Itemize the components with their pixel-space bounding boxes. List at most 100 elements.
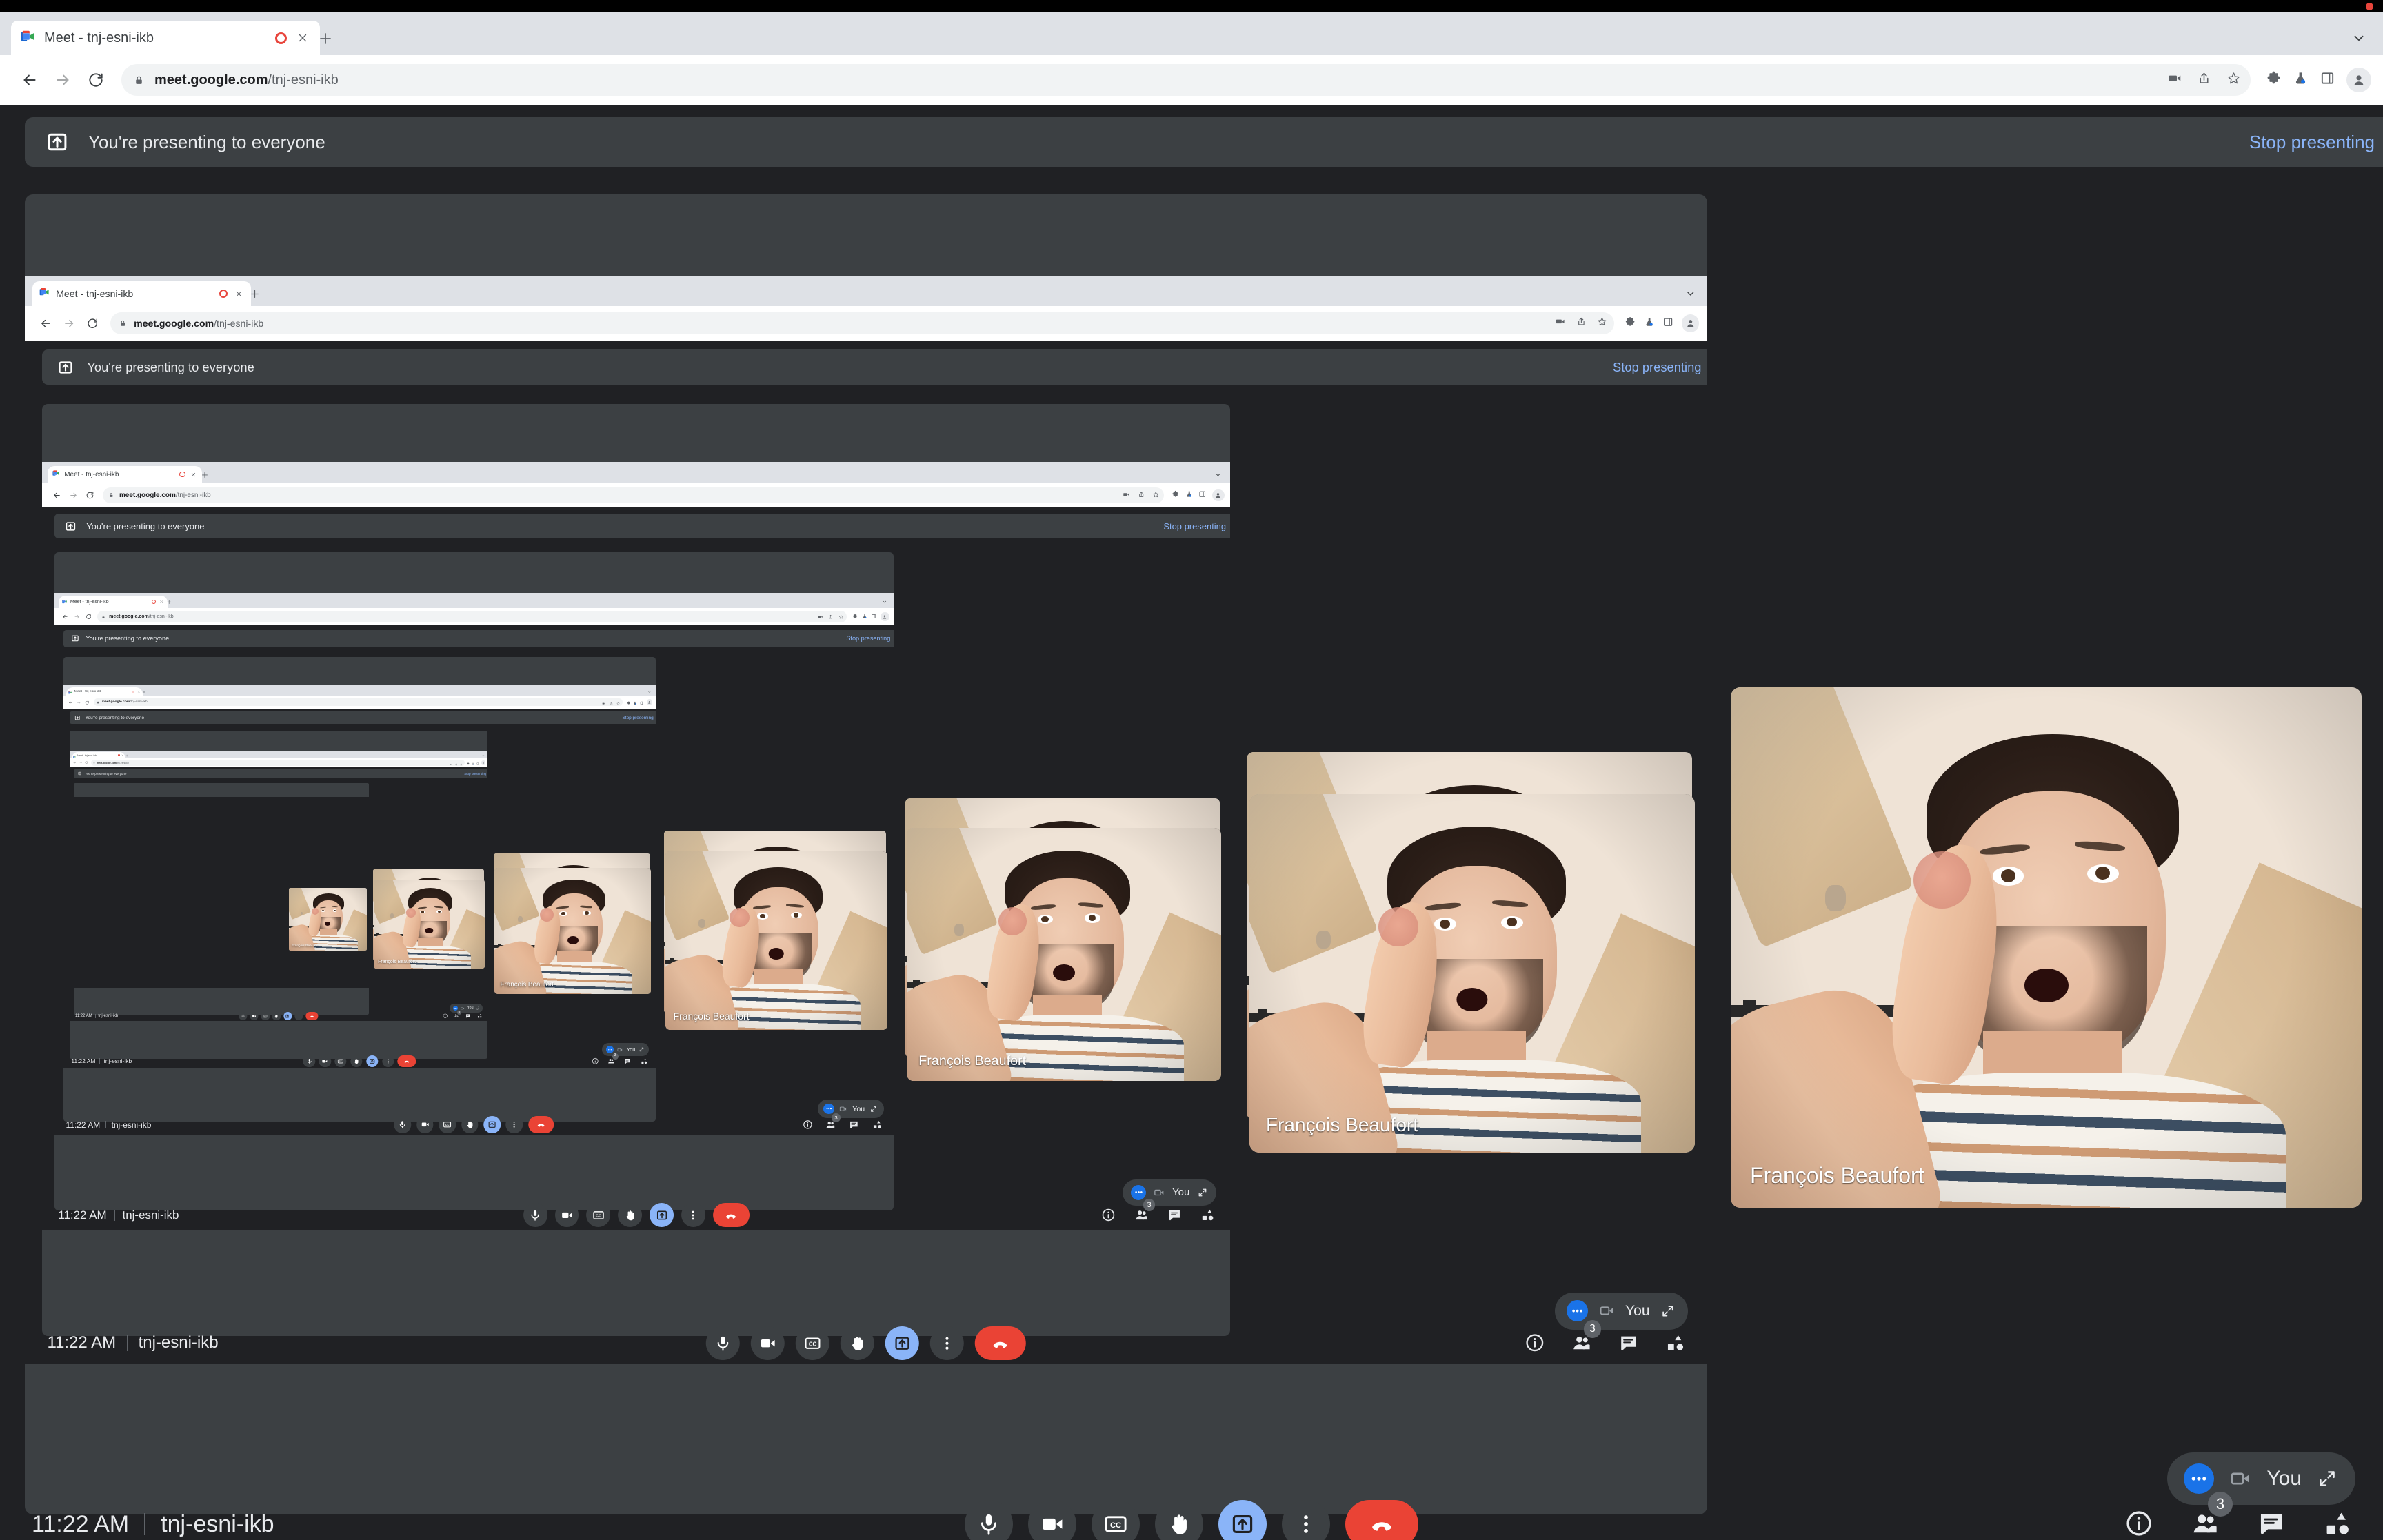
site-security-lock-icon[interactable] — [101, 614, 106, 620]
camera-button[interactable] — [750, 1326, 785, 1360]
expand-diagonal-icon[interactable] — [1660, 1303, 1676, 1319]
raise-hand-button[interactable] — [1155, 1500, 1203, 1540]
present-now-button[interactable] — [1218, 1500, 1267, 1540]
forward-button[interactable] — [48, 65, 77, 94]
experiments-flask-icon[interactable] — [1644, 316, 1655, 331]
raise-hand-button[interactable] — [461, 1116, 479, 1134]
chat-button[interactable] — [1616, 1330, 1641, 1355]
side-panel-icon[interactable] — [1198, 489, 1206, 502]
share-icon[interactable] — [610, 696, 613, 709]
more-options-button[interactable] — [1282, 1500, 1330, 1540]
microphone-button[interactable] — [239, 1011, 248, 1021]
reload-button[interactable] — [83, 611, 94, 622]
media-cast-icon[interactable] — [818, 611, 823, 623]
activities-button[interactable] — [871, 1118, 883, 1131]
profile-avatar-icon[interactable] — [646, 699, 653, 706]
close-tab-icon[interactable] — [121, 754, 124, 757]
experiments-flask-icon[interactable] — [862, 611, 867, 623]
address-bar[interactable]: meet.google.com/tnj-esni-ikb — [121, 64, 2251, 96]
back-button[interactable] — [67, 699, 74, 706]
back-button[interactable] — [36, 313, 57, 334]
profile-avatar-icon[interactable] — [880, 612, 889, 621]
chat-button[interactable] — [847, 1118, 860, 1131]
new-tab-button[interactable] — [247, 287, 263, 303]
side-panel-icon[interactable] — [1662, 316, 1673, 331]
site-security-lock-icon[interactable] — [117, 318, 128, 329]
captions-button[interactable]: CC — [586, 1203, 611, 1228]
end-call-button[interactable] — [974, 1326, 1027, 1360]
browser-tab[interactable]: Meet - tnj-esni-ikb — [32, 281, 251, 306]
participant-tile[interactable]: François Beaufort — [1249, 794, 1695, 1153]
close-tab-icon[interactable] — [233, 288, 244, 299]
activities-button[interactable] — [2320, 1506, 2355, 1540]
more-status-dots-icon[interactable] — [606, 1046, 614, 1054]
forward-button[interactable] — [66, 488, 81, 503]
back-button[interactable] — [72, 760, 77, 765]
more-status-dots-icon[interactable] — [1567, 1300, 1589, 1322]
share-icon[interactable] — [1138, 489, 1145, 501]
browser-tab[interactable]: Meet - tnj-esni-ikb — [48, 465, 202, 483]
participant-tile[interactable]: François Beaufort — [907, 827, 1222, 1081]
captions-button[interactable]: CC — [439, 1116, 456, 1134]
present-now-button[interactable] — [283, 1011, 292, 1021]
meeting-details-button[interactable] — [1100, 1206, 1118, 1224]
bookmark-star-icon[interactable] — [616, 696, 621, 709]
camera-off-icon[interactable] — [461, 1006, 465, 1010]
reload-button[interactable] — [82, 313, 103, 334]
camera-off-icon[interactable] — [2228, 1466, 2253, 1491]
chat-button[interactable] — [1165, 1206, 1183, 1224]
back-button[interactable] — [50, 488, 64, 503]
address-bar[interactable]: meet.google.com/tnj-esni-ikb — [103, 487, 1165, 503]
side-panel-icon[interactable] — [871, 611, 876, 623]
tab-recording-indicator[interactable] — [275, 32, 287, 44]
profile-avatar-icon[interactable] — [1211, 489, 1225, 502]
forward-button[interactable] — [75, 699, 82, 706]
extensions-puzzle-icon[interactable] — [1625, 316, 1636, 331]
back-button[interactable] — [60, 611, 70, 622]
microphone-button[interactable] — [394, 1116, 412, 1134]
microphone-button[interactable] — [965, 1500, 1013, 1540]
stop-presenting-button[interactable]: Stop presenting — [2249, 132, 2375, 153]
site-security-lock-icon[interactable] — [131, 72, 146, 88]
chrome-menu-icon[interactable] — [1230, 489, 1231, 502]
expand-diagonal-icon[interactable] — [2315, 1467, 2339, 1490]
close-tab-icon[interactable] — [159, 599, 164, 605]
close-tab-icon[interactable] — [295, 30, 310, 45]
profile-avatar-icon[interactable] — [2346, 68, 2371, 92]
address-bar[interactable]: meet.google.com/tnj-esni-ikb — [90, 760, 465, 766]
participant-tile[interactable]: François Beaufort — [665, 851, 887, 1031]
expand-diagonal-icon[interactable] — [639, 1047, 644, 1053]
share-icon[interactable] — [1576, 316, 1587, 330]
expand-diagonal-icon[interactable] — [1196, 1186, 1208, 1198]
more-options-button[interactable] — [681, 1203, 705, 1228]
media-cast-icon[interactable] — [2167, 71, 2182, 89]
tab-search-chevron-down-icon[interactable] — [1213, 469, 1223, 480]
expand-diagonal-icon[interactable] — [476, 1006, 480, 1010]
activities-button[interactable] — [1198, 1206, 1216, 1224]
microphone-button[interactable] — [523, 1203, 547, 1228]
camera-button[interactable] — [250, 1011, 259, 1021]
camera-button[interactable] — [319, 1055, 331, 1067]
end-call-button[interactable] — [1345, 1500, 1418, 1540]
meeting-details-button[interactable] — [801, 1118, 814, 1131]
end-call-button[interactable] — [712, 1203, 750, 1228]
stop-presenting-button[interactable]: Stop presenting — [622, 716, 653, 720]
present-now-button[interactable] — [885, 1326, 919, 1360]
present-now-button[interactable] — [366, 1055, 379, 1067]
bookmark-star-icon[interactable] — [1152, 489, 1159, 501]
share-icon[interactable] — [2197, 71, 2211, 89]
captions-button[interactable]: CC — [795, 1326, 830, 1360]
side-panel-icon[interactable] — [2320, 70, 2335, 90]
browser-tab[interactable]: Meet - tnj-esni-ikb — [71, 752, 126, 759]
more-status-dots-icon[interactable] — [823, 1103, 834, 1115]
end-call-button[interactable] — [397, 1055, 416, 1067]
end-call-button[interactable] — [305, 1011, 319, 1021]
close-tab-icon[interactable] — [190, 471, 197, 478]
show-everyone-button[interactable]: 3 — [607, 1053, 619, 1066]
address-bar[interactable]: meet.google.com/tnj-esni-ikb — [97, 611, 847, 622]
microphone-button[interactable] — [303, 1055, 316, 1067]
participant-tile[interactable]: François Beaufort — [288, 888, 368, 951]
share-icon[interactable] — [828, 611, 833, 623]
new-tab-button[interactable] — [141, 689, 147, 695]
address-bar[interactable]: meet.google.com/tnj-esni-ikb — [110, 312, 1614, 335]
